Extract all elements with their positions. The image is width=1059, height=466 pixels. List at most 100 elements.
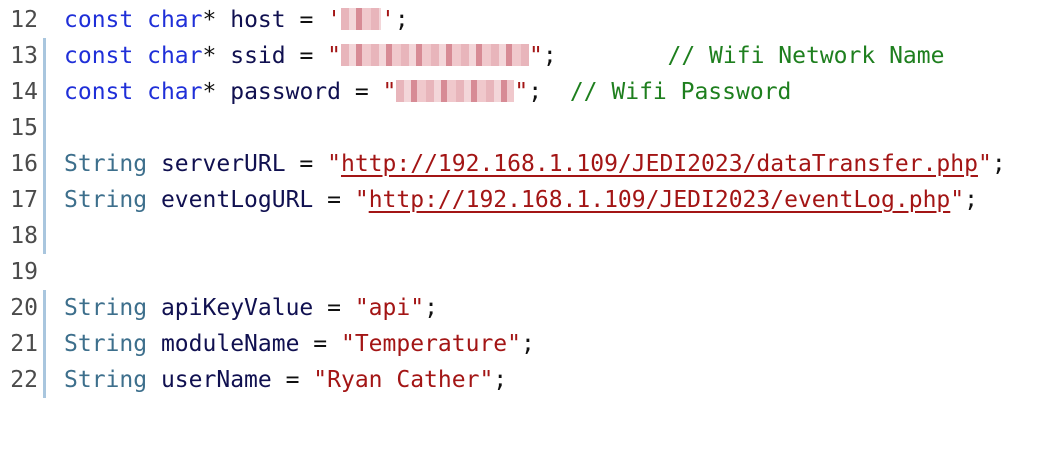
code-line-15[interactable]: 15 <box>0 110 1059 146</box>
string-quote: " <box>354 187 369 213</box>
semicolon: ; <box>424 295 438 321</box>
identifier: password <box>230 79 341 105</box>
code-text[interactable]: String eventLogURL = "http://192.168.1.1… <box>64 182 978 218</box>
string-quote: ' <box>327 7 342 33</box>
change-marker <box>43 74 46 110</box>
type-name: String <box>64 367 148 393</box>
line-number: 21 <box>10 331 38 357</box>
type-name: String <box>64 187 148 213</box>
type-name: String <box>64 295 148 321</box>
comment: // Wifi Password <box>569 79 792 105</box>
gutter: 16 <box>0 146 46 182</box>
operator: = <box>285 151 328 177</box>
identifier: apiKeyValue <box>160 295 314 321</box>
comment: // Wifi Network Name <box>667 43 945 69</box>
semicolon: ; <box>528 79 543 105</box>
change-marker <box>43 326 46 362</box>
code-line-19[interactable]: 19 <box>0 254 1059 290</box>
operator: * <box>202 79 217 105</box>
change-marker <box>43 110 46 146</box>
identifier: host <box>230 7 286 33</box>
gutter: 12 <box>0 2 44 38</box>
string-literal: "api" <box>354 295 425 321</box>
string-literal: "Temperature" <box>340 331 521 357</box>
code-text[interactable]: const char* ssid = " "; // Wifi Network N… <box>64 38 944 74</box>
line-number: 17 <box>10 187 38 213</box>
url-link[interactable]: http://192.168.1.109/JEDI2023/dataTransf… <box>341 151 978 177</box>
code-text[interactable]: String userName = "Ryan Cather"; <box>64 362 507 398</box>
keyword: char <box>147 7 203 33</box>
gutter: 14 <box>0 74 46 110</box>
semicolon: ; <box>964 187 978 213</box>
identifier: userName <box>160 367 272 393</box>
gutter: 19 <box>0 254 44 290</box>
semicolon: ; <box>991 151 1006 177</box>
change-marker <box>43 290 46 326</box>
identifier: eventLogURL <box>160 187 314 213</box>
redacted-value <box>341 8 382 30</box>
operator: = <box>285 43 328 69</box>
change-marker <box>43 362 46 398</box>
redacted-value <box>396 80 515 102</box>
semicolon: ; <box>521 331 535 357</box>
identifier: ssid <box>230 43 286 69</box>
operator: = <box>313 295 355 321</box>
code-text[interactable]: String serverURL = "http://192.168.1.109… <box>64 146 1006 182</box>
line-number: 20 <box>10 295 38 321</box>
code-line-17[interactable]: 17 String eventLogURL = "http://192.168.… <box>0 182 1059 218</box>
code-line-12[interactable]: 12 const char* host = ' '; <box>0 2 1059 38</box>
keyword: const <box>64 79 134 105</box>
code-line-18[interactable]: 18 <box>0 218 1059 254</box>
line-number: 22 <box>10 367 38 393</box>
change-marker <box>43 182 46 218</box>
semicolon: ; <box>394 7 409 33</box>
gutter: 20 <box>0 290 46 326</box>
keyword: char <box>147 43 203 69</box>
gutter: 18 <box>0 218 46 254</box>
redacted-value <box>341 44 530 66</box>
operator: = <box>299 331 341 357</box>
url-link[interactable]: http://192.168.1.109/JEDI2023/eventLog.p… <box>369 187 951 213</box>
string-quote: " <box>327 151 341 177</box>
line-number: 15 <box>10 115 38 141</box>
line-number: 14 <box>10 79 38 105</box>
code-line-16[interactable]: 16 String serverURL = "http://192.168.1.… <box>0 146 1059 182</box>
line-number: 16 <box>10 151 38 177</box>
change-marker <box>43 146 46 182</box>
code-text[interactable]: const char* host = ' '; <box>64 2 409 38</box>
change-marker <box>43 218 46 254</box>
code-line-21[interactable]: 21 String moduleName = "Temperature"; <box>0 326 1059 362</box>
gutter: 22 <box>0 362 46 398</box>
code-line-13[interactable]: 13 const char* ssid = " "; // Wifi Networ… <box>0 38 1059 74</box>
code-text[interactable]: const char* password = " "; // Wifi Passw… <box>64 74 791 110</box>
operator: = <box>271 367 314 393</box>
operator: = <box>313 187 355 213</box>
line-number: 18 <box>10 223 38 249</box>
operator: = <box>341 79 383 105</box>
identifier: serverURL <box>160 151 286 177</box>
type-name: String <box>64 331 148 357</box>
semicolon: ; <box>542 43 557 69</box>
line-number: 13 <box>10 43 38 69</box>
gutter: 21 <box>0 326 46 362</box>
type-name: String <box>64 151 148 177</box>
keyword: const <box>64 7 134 33</box>
string-quote: " <box>382 79 397 105</box>
string-literal: "Ryan Cather" <box>313 367 494 393</box>
string-quote: " <box>950 187 965 213</box>
line-number: 12 <box>10 7 38 33</box>
code-text[interactable]: String moduleName = "Temperature"; <box>64 326 535 362</box>
identifier: moduleName <box>160 331 300 357</box>
code-line-22[interactable]: 22 String userName = "Ryan Cather"; <box>0 362 1059 398</box>
code-line-20[interactable]: 20 String apiKeyValue = "api"; <box>0 290 1059 326</box>
code-text[interactable]: String apiKeyValue = "api"; <box>64 290 438 326</box>
code-line-14[interactable]: 14 const char* password = " "; // Wifi Pa… <box>0 74 1059 110</box>
line-number: 19 <box>10 259 38 285</box>
string-quote: " <box>529 43 543 69</box>
operator: = <box>285 7 328 33</box>
gutter: 17 <box>0 182 46 218</box>
change-marker <box>43 38 46 74</box>
code-editor[interactable]: 12 const char* host = ' '; 13 const char*… <box>0 0 1059 404</box>
operator: * <box>202 7 217 33</box>
keyword: const <box>64 43 134 69</box>
